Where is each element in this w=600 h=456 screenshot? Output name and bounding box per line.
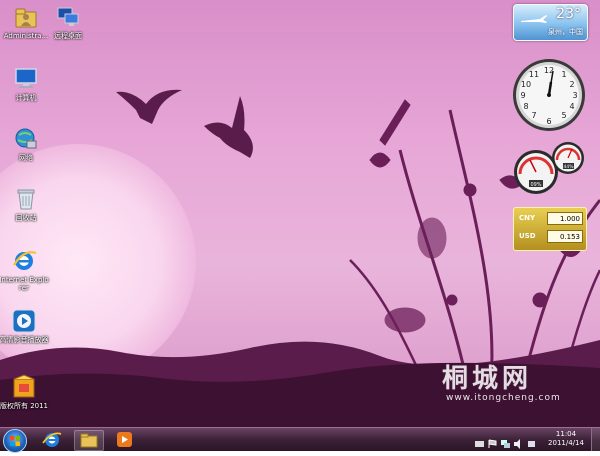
currency-gadget[interactable]: CNY 1.000 USD 0.153 xyxy=(513,207,587,251)
desktop-icon-internet-explorer[interactable]: Internet Explorer xyxy=(0,248,50,292)
taskbar-time: 11:04 xyxy=(555,430,577,438)
desktop-icon-software-box[interactable]: 版权所有 2011 xyxy=(0,374,50,410)
watermark-url: www.itongcheng.com xyxy=(446,393,561,403)
svg-text:4: 4 xyxy=(569,102,574,111)
desktop-icon-media-player[interactable]: 高清影音播放器 xyxy=(0,308,50,344)
taskbar-internet-explorer[interactable] xyxy=(38,430,66,449)
desktop-icon-label: 回收站 xyxy=(15,214,37,222)
desktop-icon-computer[interactable]: 计算机 xyxy=(0,66,52,102)
airplane-icon xyxy=(521,15,547,23)
show-desktop-button[interactable] xyxy=(591,428,600,451)
cpu-percent: 09% xyxy=(530,182,541,188)
media-player-icon xyxy=(12,309,36,333)
svg-text:7: 7 xyxy=(531,111,536,120)
currency-value[interactable]: 0.153 xyxy=(547,230,583,243)
bird-shape-2 xyxy=(204,96,253,158)
media-player-icon xyxy=(117,432,132,447)
network-tray-icon[interactable] xyxy=(501,434,510,448)
desktop-icon-label: Internet Explorer xyxy=(0,276,49,292)
currency-code[interactable]: CNY xyxy=(519,214,535,222)
taskbar-clock[interactable]: 11:04 2011/4/14 xyxy=(542,430,590,448)
desktop-icon-label: 网络 xyxy=(19,154,33,162)
taskbar-media-player[interactable] xyxy=(110,430,138,449)
power-icon[interactable] xyxy=(527,434,536,447)
remote-desktop-icon xyxy=(57,7,79,26)
memory-percent: 44% xyxy=(563,164,574,170)
user-folder-icon xyxy=(15,8,37,28)
svg-text:2: 2 xyxy=(569,80,574,89)
recycle-bin-icon xyxy=(17,189,35,210)
svg-text:8: 8 xyxy=(523,102,528,111)
weather-temperature: 23° xyxy=(556,6,581,22)
watermark-title: 桐城网 xyxy=(442,364,533,394)
svg-text:11: 11 xyxy=(529,70,539,79)
svg-text:5: 5 xyxy=(561,111,566,120)
desktop-icon-label: 高清影音播放器 xyxy=(0,336,49,344)
windows-explorer-icon xyxy=(80,433,98,448)
svg-text:1: 1 xyxy=(561,70,566,79)
desktop-icon-network[interactable]: 网络 xyxy=(0,126,52,162)
flag-icon[interactable] xyxy=(488,434,497,448)
currency-row[interactable]: CNY 1.000 xyxy=(517,212,583,226)
desktop-icon-recycle-bin[interactable]: 回收站 xyxy=(0,186,52,222)
system-tray xyxy=(475,434,536,449)
desktop-icon-label: 计算机 xyxy=(15,94,37,102)
software-box-icon xyxy=(13,374,35,398)
clock-gadget[interactable]: 12 12 345 678 91011 xyxy=(512,58,586,132)
desktop-icon-remote-desktop[interactable]: 远程桌面 xyxy=(42,4,94,40)
computer-icon xyxy=(15,68,37,88)
currency-value[interactable]: 1.000 xyxy=(547,212,583,225)
internet-explorer-icon xyxy=(13,251,37,270)
currency-row[interactable]: USD 0.153 xyxy=(517,230,583,244)
taskbar-date: 2011/4/14 xyxy=(548,439,584,447)
bird-shape-1 xyxy=(116,89,182,124)
currency-code[interactable]: USD xyxy=(519,232,536,240)
windows-logo-icon xyxy=(10,436,20,446)
start-button[interactable] xyxy=(3,429,27,453)
svg-text:10: 10 xyxy=(521,80,531,89)
volume-icon[interactable] xyxy=(514,434,523,449)
weather-gadget[interactable]: 23° 泉州，中国 xyxy=(513,4,588,41)
cpu-meter-gadget[interactable]: 09% 44% xyxy=(510,140,590,196)
desktop-icon-label: 版权所有 2011 xyxy=(0,402,49,410)
desktop-icon-label: 远程桌面 xyxy=(54,32,82,40)
taskbar: 11:04 2011/4/14 xyxy=(0,427,600,453)
taskbar-windows-explorer[interactable] xyxy=(74,430,104,451)
weather-city: 泉州，中国 xyxy=(548,28,583,36)
keyboard-icon[interactable] xyxy=(475,434,484,447)
internet-explorer-icon xyxy=(42,432,62,447)
svg-text:6: 6 xyxy=(546,117,551,126)
network-icon xyxy=(15,128,37,149)
svg-text:3: 3 xyxy=(572,91,577,100)
svg-text:9: 9 xyxy=(520,91,525,100)
